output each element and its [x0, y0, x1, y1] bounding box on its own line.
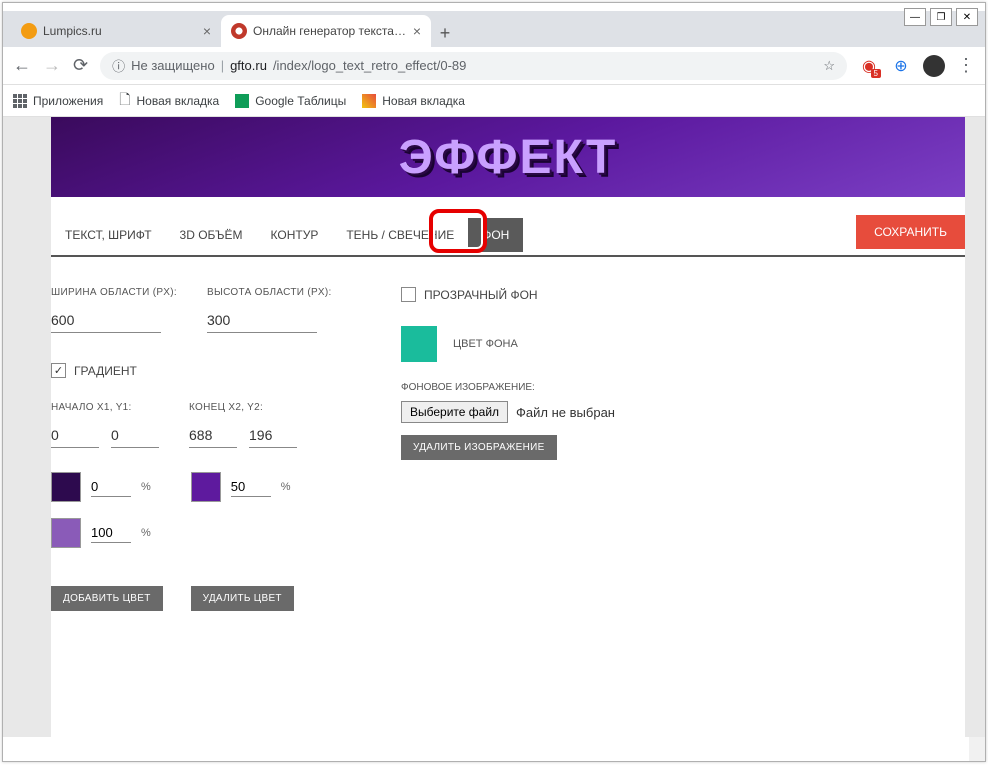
choose-file-button[interactable]: Выберите файл: [401, 401, 508, 423]
page-margin-left: [3, 117, 51, 737]
url-path: /index/logo_text_retro_effect/0-89: [273, 58, 466, 73]
color-swatch[interactable]: [51, 518, 81, 548]
gradient-label: ГРАДИЕНТ: [74, 364, 137, 378]
percent-sign: %: [141, 481, 151, 493]
height-label: ВЫСОТА ОБЛАСТИ (PX):: [207, 287, 332, 298]
forward-button[interactable]: →: [43, 55, 61, 76]
url-host: gfto.ru: [230, 58, 267, 73]
tab-text-font[interactable]: ТЕКСТ, ШРИФТ: [51, 218, 166, 252]
url-separator: |: [221, 58, 224, 73]
apps-icon: [13, 94, 27, 108]
transparent-bg-label: ПРОЗРАЧНЫЙ ФОН: [424, 288, 538, 302]
end-x-input[interactable]: [189, 423, 237, 448]
reload-button[interactable]: ⟳: [73, 55, 88, 76]
gradient-end-label: КОНЕЦ X2, Y2:: [189, 402, 297, 413]
profile-avatar[interactable]: [923, 55, 945, 77]
gradient-stop: %: [51, 472, 151, 502]
browser-tab[interactable]: Lumpics.ru ×: [11, 15, 221, 47]
color-swatch[interactable]: [191, 472, 221, 502]
new-tab-button[interactable]: +: [431, 19, 459, 47]
preview-text: ЭФФЕКТ: [399, 130, 618, 185]
address-bar[interactable]: ⓘ Не защищено | gfto.ru/index/logo_text_…: [100, 52, 847, 80]
file-status-label: Файл не выбран: [516, 405, 615, 420]
width-input[interactable]: [51, 308, 161, 333]
minimize-button[interactable]: —: [904, 8, 926, 26]
gradient-stop-input[interactable]: [91, 477, 131, 497]
bookmark-label: Google Таблицы: [255, 94, 346, 108]
gradient-stop-input[interactable]: [231, 477, 271, 497]
browser-tab-strip: Lumpics.ru × Онлайн генератор текста соз…: [3, 11, 985, 47]
gradient-stop: %: [51, 518, 151, 548]
transparent-bg-checkbox[interactable]: [401, 287, 416, 302]
tab-outline[interactable]: КОНТУР: [257, 218, 333, 252]
info-icon[interactable]: ⓘ: [112, 56, 125, 75]
security-label: Не защищено: [131, 58, 215, 73]
remove-image-button[interactable]: УДАЛИТЬ ИЗОБРАЖЕНИЕ: [401, 435, 557, 460]
gradient-stop: %: [191, 472, 291, 502]
page-margin-right: [965, 117, 985, 737]
text-preview: ЭФФЕКТ: [51, 117, 965, 197]
bookmark-label: Приложения: [33, 94, 103, 108]
menu-icon[interactable]: ⋮: [957, 55, 975, 76]
bookmark-star-icon[interactable]: ☆: [823, 58, 835, 74]
page-icon: 🗋: [119, 89, 130, 113]
extension-icon[interactable]: ◉: [859, 56, 879, 76]
width-label: ШИРИНА ОБЛАСТИ (PX):: [51, 287, 177, 298]
gradient-stop-input[interactable]: [91, 523, 131, 543]
start-x-input[interactable]: [51, 423, 99, 448]
bookmark-label: Новая вкладка: [382, 94, 465, 108]
save-button[interactable]: СОХРАНИТЬ: [856, 215, 965, 249]
gradient-start-label: НАЧАЛО X1, Y1:: [51, 402, 159, 413]
tab-title: Онлайн генератор текста созда: [253, 24, 407, 38]
start-y-input[interactable]: [111, 423, 159, 448]
bookmark-icon: [362, 94, 376, 108]
page-viewport: ЭФФЕКТ ТЕКСТ, ШРИФТ 3D ОБЪЁМ КОНТУР ТЕНЬ…: [3, 117, 985, 761]
tab-title: Lumpics.ru: [43, 24, 197, 38]
remove-color-button[interactable]: УДАЛИТЬ ЦВЕТ: [191, 586, 294, 611]
extension-icon[interactable]: ⊕: [891, 56, 911, 76]
add-color-button[interactable]: ДОБАВИТЬ ЦВЕТ: [51, 586, 163, 611]
back-button[interactable]: ←: [13, 55, 31, 76]
tab-favicon: [21, 23, 37, 39]
tab-background[interactable]: ФОН: [468, 218, 523, 252]
end-y-input[interactable]: [249, 423, 297, 448]
height-input[interactable]: [207, 308, 317, 333]
tab-favicon: [231, 23, 247, 39]
tab-close-icon[interactable]: ×: [413, 23, 421, 39]
bg-image-label: ФОНОВОЕ ИЗОБРАЖЕНИЕ:: [401, 382, 751, 393]
maximize-button[interactable]: ❐: [930, 8, 952, 26]
tab-close-icon[interactable]: ×: [203, 23, 211, 39]
sheets-icon: [235, 94, 249, 108]
bookmark-item[interactable]: 🗋 Новая вкладка: [119, 89, 219, 113]
bookmarks-bar: Приложения 🗋 Новая вкладка Google Таблиц…: [3, 85, 985, 117]
bookmark-label: Новая вкладка: [136, 94, 219, 108]
bg-color-label: ЦВЕТ ФОНА: [453, 338, 518, 350]
editor-tabs: ТЕКСТ, ШРИФТ 3D ОБЪЁМ КОНТУР ТЕНЬ / СВЕЧ…: [51, 215, 965, 257]
browser-toolbar: ← → ⟳ ⓘ Не защищено | gfto.ru/index/logo…: [3, 47, 985, 85]
bookmark-item[interactable]: Google Таблицы: [235, 94, 346, 108]
percent-sign: %: [141, 527, 151, 539]
tab-3d-volume[interactable]: 3D ОБЪЁМ: [166, 218, 257, 252]
apps-shortcut[interactable]: Приложения: [13, 94, 103, 108]
browser-tab[interactable]: Онлайн генератор текста созда ×: [221, 15, 431, 47]
tab-shadow-glow[interactable]: ТЕНЬ / СВЕЧЕНИЕ: [332, 218, 468, 252]
percent-sign: %: [281, 481, 291, 493]
bookmark-item[interactable]: Новая вкладка: [362, 94, 465, 108]
bg-color-swatch[interactable]: [401, 326, 437, 362]
gradient-checkbox[interactable]: [51, 363, 66, 378]
close-window-button[interactable]: ✕: [956, 8, 978, 26]
color-swatch[interactable]: [51, 472, 81, 502]
